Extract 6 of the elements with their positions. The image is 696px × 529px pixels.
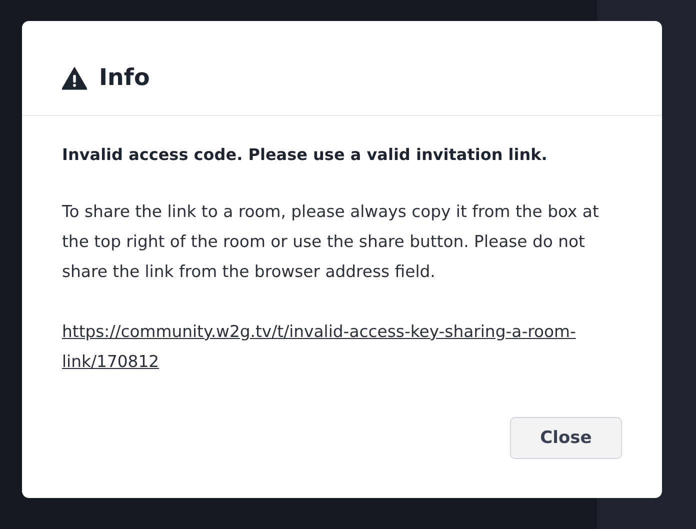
error-message: Invalid access code. Please use a valid invitation link. [62,144,548,166]
help-link[interactable]: https://community.w2g.tv/t/invalid-access-key-sharing-a-room-link/170812 [62,317,582,377]
dialog-title: Info [99,65,150,91]
help-text: To share the link to a room, please always copy it from the box at the top right of the room or use the share button. Please do not share the link from the browser address field. [62,201,600,283]
warning-icon [62,66,87,90]
close-button[interactable]: Close [510,417,622,459]
